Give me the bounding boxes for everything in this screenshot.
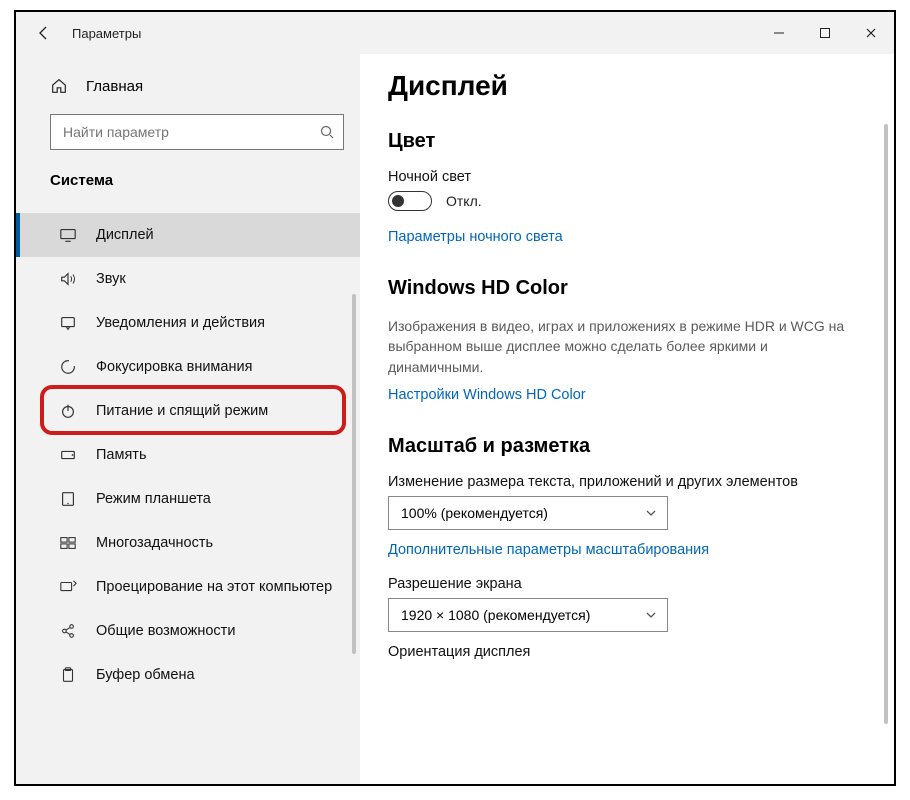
home-icon [50, 77, 68, 95]
section-scale: Масштаб и разметка Изменение размера тек… [388, 435, 856, 660]
sidebar-home[interactable]: Главная [50, 68, 344, 104]
scale-select[interactable]: 100% (рекомендуется) [388, 496, 668, 530]
sidebar-home-label: Главная [86, 78, 143, 95]
sidebar-item-label: Питание и спящий режим [96, 403, 268, 419]
night-light-label: Ночной свет [388, 169, 856, 185]
minimize-button[interactable] [756, 15, 802, 51]
projecting-icon [58, 578, 78, 596]
sidebar-item-projecting[interactable]: Проецирование на этот компьютер [16, 565, 360, 609]
section-hdcolor: Windows HD Color Изображения в видео, иг… [388, 277, 856, 403]
sidebar-nav: Дисплей Звук Уведомления и действия Фокусир… [16, 213, 360, 697]
sidebar: Главная Система Дисплей Звук Уведомления и… [16, 54, 360, 784]
hdcolor-description: Изображения в видео, играх и приложениях… [388, 316, 848, 377]
sidebar-scrollbar[interactable] [352, 294, 356, 654]
sidebar-item-multitask[interactable]: Многозадачность [16, 521, 360, 565]
sidebar-item-power[interactable]: Питание и спящий режим [16, 389, 360, 433]
settings-window: Параметры Главная [14, 10, 896, 786]
night-light-toggle[interactable] [388, 191, 432, 211]
section-color: Цвет Ночной свет Откл. Параметры ночного… [388, 130, 856, 245]
toggle-knob [392, 195, 404, 207]
hdcolor-settings-link[interactable]: Настройки Windows HD Color [388, 387, 856, 403]
multitask-icon [58, 534, 78, 552]
sidebar-item-label: Режим планшета [96, 491, 211, 507]
resolution-select[interactable]: 1920 × 1080 (рекомендуется) [388, 598, 668, 632]
search-box[interactable] [50, 114, 344, 150]
notifications-icon [58, 314, 78, 332]
sidebar-item-shared[interactable]: Общие возможности [16, 609, 360, 653]
close-button[interactable] [848, 15, 894, 51]
main-scrollbar[interactable] [884, 124, 888, 724]
clipboard-icon [58, 666, 78, 684]
page-title: Дисплей [388, 70, 856, 102]
scale-label: Изменение размера текста, приложений и д… [388, 474, 856, 490]
night-light-state: Откл. [446, 193, 482, 209]
section-scale-heading: Масштаб и разметка [388, 435, 856, 458]
main-content: Дисплей Цвет Ночной свет Откл. Параметры… [360, 54, 894, 784]
sidebar-item-label: Звук [96, 271, 126, 287]
sidebar-item-label: Память [96, 447, 147, 463]
window-controls [756, 15, 894, 51]
advanced-scaling-link[interactable]: Дополнительные параметры масштабирования [388, 542, 856, 558]
sidebar-item-label: Буфер обмена [96, 667, 195, 683]
sidebar-item-tablet[interactable]: Режим планшета [16, 477, 360, 521]
sidebar-item-label: Дисплей [96, 227, 154, 243]
sidebar-item-display[interactable]: Дисплей [16, 213, 360, 257]
power-icon [58, 402, 78, 420]
sidebar-item-label: Многозадачность [96, 535, 213, 551]
search-icon [319, 124, 335, 140]
sidebar-item-sound[interactable]: Звук [16, 257, 360, 301]
shared-icon [58, 622, 78, 640]
sidebar-item-label: Уведомления и действия [96, 315, 265, 331]
maximize-button[interactable] [802, 15, 848, 51]
resolution-select-value: 1920 × 1080 (рекомендуется) [401, 607, 590, 623]
focus-icon [58, 358, 78, 376]
sidebar-item-label: Общие возможности [96, 623, 235, 639]
sidebar-item-storage[interactable]: Память [16, 433, 360, 477]
resolution-label: Разрешение экрана [388, 576, 856, 592]
window-title: Параметры [72, 26, 141, 41]
storage-icon [58, 446, 78, 464]
back-icon[interactable] [36, 25, 52, 41]
sidebar-item-label: Фокусировка внимания [96, 359, 252, 375]
night-light-settings-link[interactable]: Параметры ночного света [388, 229, 856, 245]
search-input[interactable] [61, 123, 319, 141]
sidebar-item-focus[interactable]: Фокусировка внимания [16, 345, 360, 389]
sound-icon [58, 270, 78, 288]
sidebar-category-title: Система [50, 172, 344, 189]
titlebar: Параметры [16, 12, 894, 54]
scale-select-value: 100% (рекомендуется) [401, 505, 548, 521]
section-color-heading: Цвет [388, 130, 856, 153]
chevron-down-icon [645, 609, 657, 621]
tablet-icon [58, 490, 78, 508]
sidebar-item-clipboard[interactable]: Буфер обмена [16, 653, 360, 697]
orientation-label: Ориентация дисплея [388, 644, 856, 660]
display-icon [58, 226, 78, 244]
sidebar-item-notifications[interactable]: Уведомления и действия [16, 301, 360, 345]
sidebar-item-label: Проецирование на этот компьютер [96, 579, 332, 595]
chevron-down-icon [645, 507, 657, 519]
section-hdcolor-heading: Windows HD Color [388, 277, 856, 300]
